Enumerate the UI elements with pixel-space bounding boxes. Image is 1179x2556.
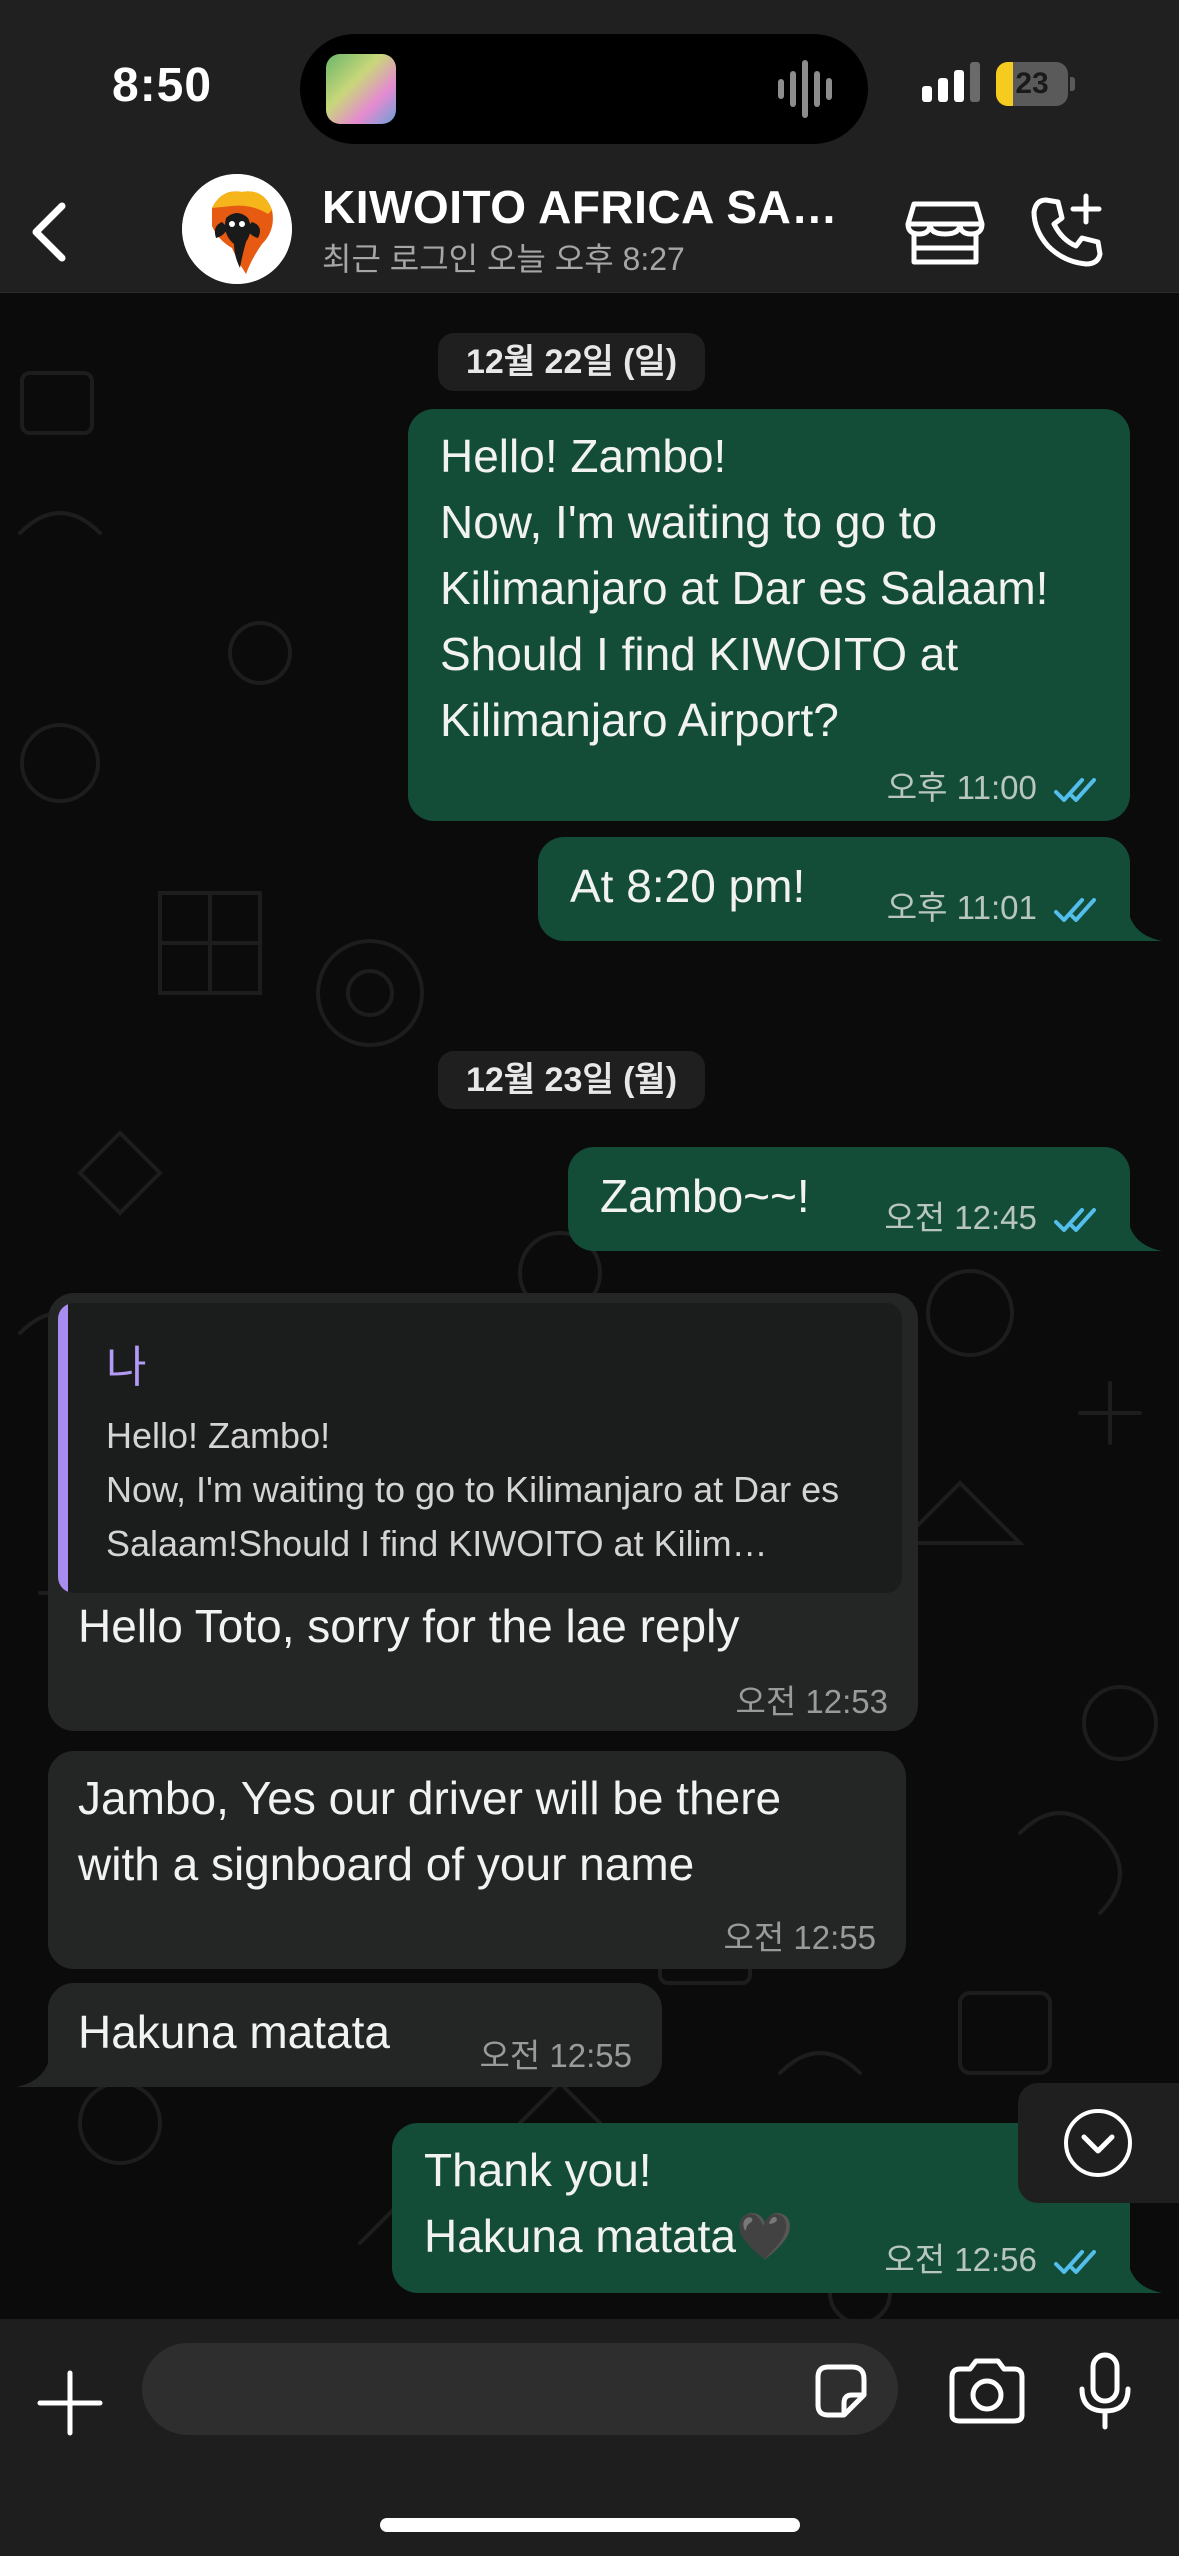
double-check-icon [1054, 2250, 1096, 2275]
chat-messages-area[interactable]: 12월 22일 (일) Hello! Zambo! Now, I'm waiti… [0, 293, 1179, 2319]
quote-accent-bar [58, 1303, 68, 1593]
double-check-icon [1054, 1208, 1096, 1233]
message-meta: 오후 11:01 [887, 881, 1100, 929]
audio-waveform-icon [778, 60, 838, 118]
chevron-left-icon[interactable] [22, 192, 82, 272]
camera-icon[interactable] [944, 2355, 1030, 2427]
quote-text: Hello! Zambo! Now, I'm waiting to go to … [106, 1415, 840, 1564]
home-indicator[interactable] [380, 2518, 800, 2532]
message-text: Hello! Zambo! Now, I'm waiting to go to … [440, 430, 1049, 746]
battery-percent: 23 [1015, 67, 1049, 100]
bubble-tail [16, 2055, 50, 2087]
cellular-signal-icon [922, 60, 982, 108]
message-time: 오전 12:53 [735, 1683, 888, 1720]
microphone-icon[interactable] [1074, 2349, 1136, 2435]
status-time: 8:50 [112, 59, 213, 112]
battery-icon: 23 [996, 62, 1068, 106]
message-text: Zambo~~! [600, 1170, 810, 1222]
contact-name[interactable]: KIWOITO AFRICA SAFARI [322, 180, 862, 234]
last-seen-status: 최근 로그인 오늘 오후 8:27 [322, 241, 685, 277]
avatar[interactable] [182, 174, 292, 284]
message-meta: 오전 12:45 [884, 1191, 1100, 1239]
battery-tip [1070, 77, 1075, 91]
date-separator: 12월 22일 (일) [438, 333, 706, 391]
quoted-reply[interactable]: 나 Hello! Zambo! Now, I'm waiting to go t… [58, 1303, 902, 1593]
message-time: 오전 12:55 [479, 2037, 632, 2074]
message-text: Jambo, Yes our driver will be there with… [78, 1772, 782, 1890]
outgoing-message[interactable]: Hello! Zambo! Now, I'm waiting to go to … [408, 409, 1130, 821]
message-text: Thank you! Hakuna matata🖤 [424, 2144, 794, 2262]
now-playing-artwork [326, 54, 396, 124]
bubble-tail [1128, 909, 1162, 941]
incoming-message[interactable]: Hakuna matata 오전 12:55 [48, 1983, 662, 2087]
sticker-icon[interactable] [808, 2359, 872, 2423]
add-call-icon[interactable] [1024, 188, 1110, 274]
message-input[interactable] [142, 2343, 898, 2435]
quote-author: 나 [106, 1343, 147, 1392]
message-text: Hello Toto, sorry for the lae reply [78, 1600, 740, 1652]
status-bar: 8:50 23 [0, 0, 1179, 170]
incoming-message[interactable]: Jambo, Yes our driver will be there with… [48, 1751, 906, 1969]
chat-header: KIWOITO AFRICA SAFARI 최근 로그인 오늘 오후 8:27 [0, 170, 1179, 293]
message-time: 오후 11:00 [886, 769, 1037, 806]
message-time: 오전 12:56 [884, 2241, 1037, 2278]
bubble-tail [1128, 1219, 1162, 1251]
message-time: 오후 11:01 [886, 889, 1037, 926]
double-check-icon [1054, 778, 1096, 803]
chevron-down-circle-icon [1064, 2109, 1132, 2177]
scroll-to-bottom-button[interactable] [1018, 2083, 1179, 2203]
storefront-icon[interactable] [902, 188, 988, 274]
plus-icon[interactable] [32, 2365, 108, 2441]
outgoing-message[interactable]: Zambo~~! 오전 12:45 [568, 1147, 1130, 1251]
message-meta: 오후 11:00 [887, 761, 1100, 809]
message-meta: 오전 12:56 [884, 2233, 1100, 2281]
double-check-icon [1054, 898, 1096, 923]
date-separator: 12월 23일 (월) [438, 1051, 706, 1109]
message-text: At 8:20 pm! [570, 860, 806, 912]
message-text: Hakuna matata [78, 2006, 390, 2058]
outgoing-message[interactable]: At 8:20 pm! 오후 11:01 [538, 837, 1130, 941]
incoming-message[interactable]: 나 Hello! Zambo! Now, I'm waiting to go t… [48, 1293, 918, 1731]
dynamic-island[interactable] [300, 34, 868, 144]
bubble-tail [1128, 2261, 1162, 2293]
message-time: 오전 12:45 [884, 1199, 1037, 1236]
message-time: 오전 12:55 [723, 1919, 876, 1956]
message-composer [0, 2319, 1179, 2556]
